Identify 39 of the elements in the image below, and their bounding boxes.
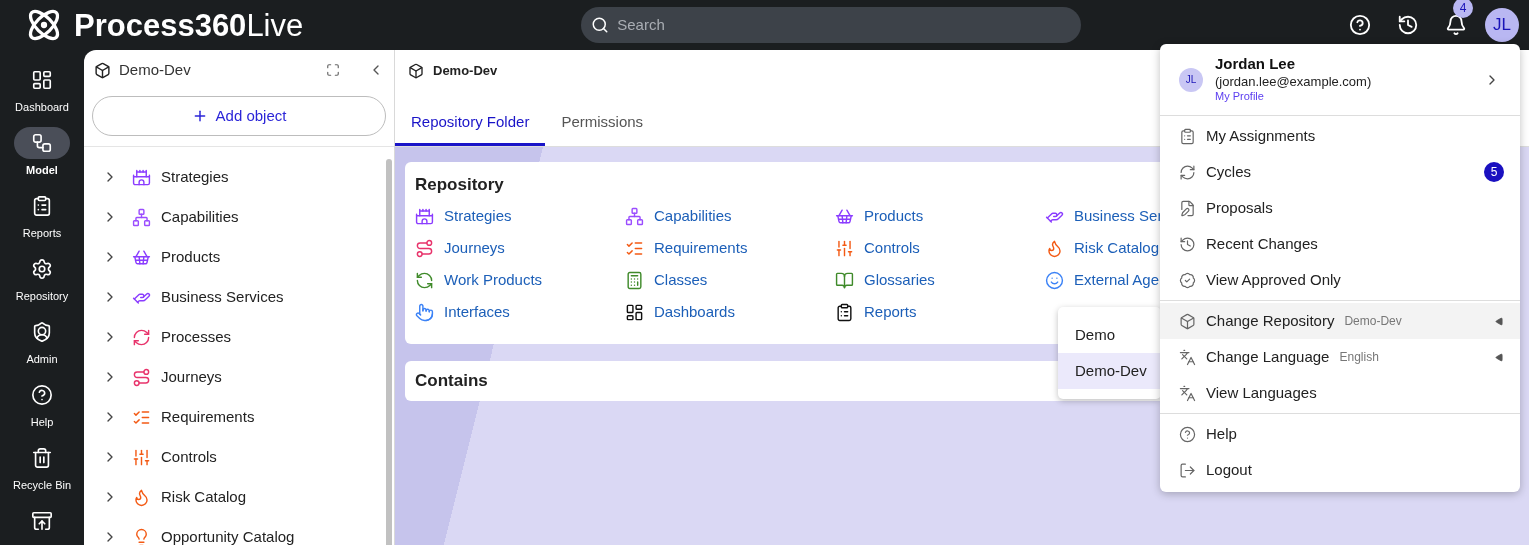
menu-item-label: View Languages xyxy=(1206,382,1317,403)
menu-item-label: Change Repository xyxy=(1206,310,1335,331)
nav-label: Model xyxy=(26,165,58,176)
menu-item-label: Cycles xyxy=(1206,161,1251,182)
tree-item-label: Requirements xyxy=(161,406,255,427)
page-title: Demo-Dev xyxy=(433,62,498,81)
tree-item-label: Business Services xyxy=(161,286,284,307)
menu-item-label: View Approved Only xyxy=(1206,269,1341,290)
panel-title: Demo-Dev xyxy=(119,59,191,80)
nav-label: Admin xyxy=(26,354,58,365)
tree-item-label: Journeys xyxy=(161,366,222,387)
nav-label: Help xyxy=(30,417,54,428)
app-logo-text: Process360Live xyxy=(74,9,304,41)
nav-label: Reports xyxy=(22,228,62,239)
menu-item-label: Logout xyxy=(1206,459,1252,480)
current-value: English xyxy=(1339,349,1379,366)
menu-item-label: Proposals xyxy=(1206,197,1273,218)
card-title: Repository xyxy=(415,174,504,196)
tree-item-label: Controls xyxy=(161,446,217,467)
card-title: Contains xyxy=(415,369,488,392)
menu-item-label: Change Language xyxy=(1206,346,1330,367)
nav-label: Repository xyxy=(15,291,69,302)
tree-item-label: Capabilities xyxy=(161,206,239,227)
count-badge: 5 xyxy=(1484,162,1504,182)
current-value: Demo-Dev xyxy=(1344,313,1402,330)
tree-item-label: Strategies xyxy=(161,166,229,187)
nav-label: Dashboard xyxy=(15,102,69,113)
menu-item-label: Help xyxy=(1206,423,1237,444)
notification-badge: 4 xyxy=(1453,0,1473,18)
menu-item-label: Recent Changes xyxy=(1206,233,1318,254)
tree-item-label: Processes xyxy=(161,326,232,347)
nav-label: Recycle Bin xyxy=(12,480,72,491)
tree-item-label: Products xyxy=(161,246,221,267)
user-name: Jordan Lee xyxy=(1215,55,1297,74)
tree-item-label: Opportunity Catalog xyxy=(161,526,295,545)
user-email: (jordan.lee@example.com) xyxy=(1215,73,1372,91)
tree-item-label: Risk Catalog xyxy=(161,486,247,507)
menu-item-label: My Assignments xyxy=(1206,125,1316,146)
avatar: JL xyxy=(1179,67,1203,92)
